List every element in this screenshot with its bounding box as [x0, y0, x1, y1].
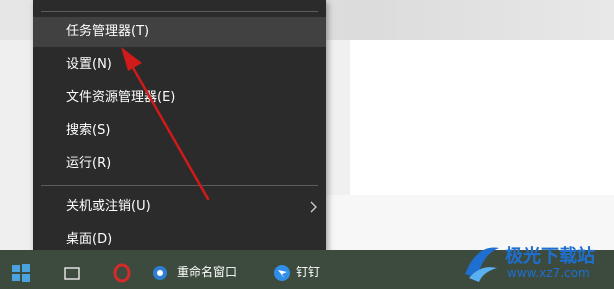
- site-watermark: 极光下载站 www.xz7.com: [455, 234, 614, 289]
- windows-logo-icon[interactable]: [10, 262, 32, 284]
- watermark-title: 极光下载站: [505, 246, 595, 267]
- taskbar-item-label[interactable]: 钉钉: [296, 264, 320, 280]
- menu-item-run[interactable]: 运行(R): [33, 149, 326, 179]
- opera-icon[interactable]: [112, 263, 132, 283]
- menu-item-label: 搜索(S): [66, 123, 111, 138]
- menu-item-label: 设置(N): [66, 57, 112, 72]
- menu-item-label: 桌面(D): [66, 232, 113, 247]
- menu-item-label: 文件资源管理器(E): [66, 90, 176, 105]
- taskbar-item-label[interactable]: 重命名窗口: [177, 264, 237, 280]
- menu-separator: [41, 11, 318, 12]
- menu-item-label: 运行(R): [66, 156, 112, 171]
- menu-item-task-manager[interactable]: 任务管理器(T): [33, 17, 326, 47]
- background-left-panel: [0, 40, 33, 250]
- window-icon[interactable]: [150, 263, 170, 283]
- background-content-panel: [350, 40, 614, 195]
- menu-item-label: 任务管理器(T): [66, 24, 150, 39]
- menu-item-label: 关机或注销(U): [66, 199, 151, 214]
- watermark-logo: [465, 247, 499, 282]
- menu-item-search[interactable]: 搜索(S): [33, 116, 326, 146]
- menu-item-settings[interactable]: 设置(N): [33, 50, 326, 80]
- menu-separator: [41, 185, 318, 186]
- menu-item-shutdown[interactable]: 关机或注销(U): [33, 192, 326, 222]
- background-right-strip: [326, 40, 350, 195]
- winx-context-menu: 任务管理器(T) 设置(N) 文件资源管理器(E) 搜索(S) 运行(R) 关机…: [33, 0, 326, 262]
- taskbar-app-icon[interactable]: [62, 263, 82, 283]
- menu-item-file-explorer[interactable]: 文件资源管理器(E): [33, 83, 326, 113]
- watermark-url: www.xz7.com: [507, 266, 590, 280]
- ding-icon[interactable]: [272, 263, 292, 283]
